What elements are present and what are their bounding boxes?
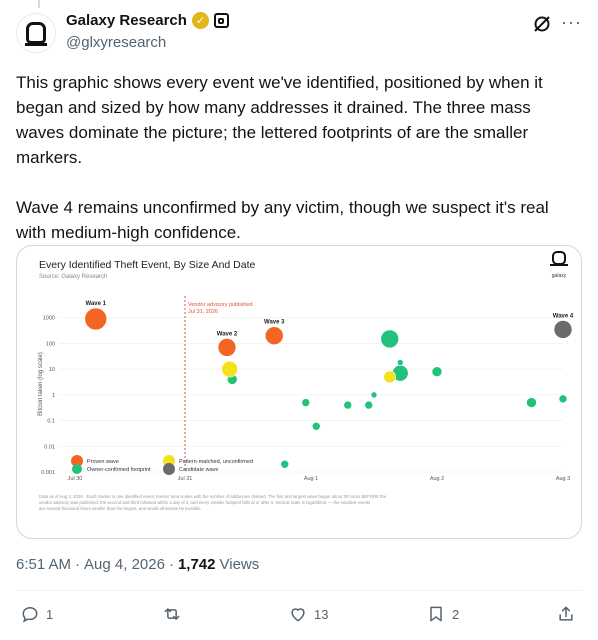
bookmark-count: 2 [452, 606, 460, 622]
legend-candidate-label: Candidate wave [179, 467, 218, 473]
affiliate-badge-icon[interactable] [213, 13, 229, 28]
data-point [343, 400, 353, 410]
reply-button[interactable]: 1 [20, 604, 53, 624]
data-point [558, 394, 568, 404]
tweet-paragraph-1: This graphic shows every event we've ide… [16, 73, 543, 167]
share-button[interactable] [556, 604, 576, 624]
data-point [311, 421, 321, 431]
tweet-date[interactable]: Aug 4, 2026 [84, 556, 165, 573]
x-ticks: Jul 30 Jul 31 Aug 1 Aug 2 Aug 3 [68, 476, 571, 482]
legend-pattern-label: Pattern-matched, unconfirmed [179, 459, 253, 465]
legend-candidate-swatch [163, 463, 175, 475]
bookmark-icon [430, 606, 442, 622]
reply-count: 1 [46, 606, 54, 622]
data-point [217, 338, 237, 357]
data-point [383, 370, 397, 384]
data-point [553, 320, 573, 339]
y-tick-label: 0.1 [47, 419, 55, 425]
chart-logo-label: galaxy [552, 273, 567, 279]
y-axis-label: Bitcoin taken (log scale) [38, 352, 44, 416]
point-label: Wave 1 [86, 301, 107, 307]
tweet-text: This graphic shows every event we've ide… [16, 70, 582, 270]
y-tick-label: 1 [52, 393, 55, 399]
legend-proven-label: Proven wave [87, 459, 119, 465]
views-label: Views [219, 556, 260, 573]
share-icon [559, 606, 573, 621]
views-count[interactable]: 1,742 [178, 556, 216, 573]
chart-title: Every Identified Theft Event, By Size An… [39, 259, 256, 271]
x-tick-label: Jul 31 [178, 476, 193, 482]
y-tick-label: 1000 [43, 316, 55, 322]
bookmark-button[interactable]: 2 [426, 604, 459, 624]
display-name[interactable]: Galaxy Research [66, 12, 187, 29]
chart-logo-icon [550, 251, 568, 266]
data-points: Wave 1 Wave 2 Wave 3 Wave 4 [84, 301, 574, 469]
y-tick-label: 10 [49, 367, 55, 373]
verified-badge-icon[interactable]: ✓ [191, 12, 209, 29]
point-label: Wave 3 [264, 320, 285, 326]
vline-label-1: Vendor advisory published [188, 302, 253, 308]
like-count: 13 [314, 606, 329, 622]
data-point [301, 398, 311, 407]
data-point [264, 326, 284, 346]
x-tick-label: Jul 30 [68, 476, 83, 482]
point-label: Wave 4 [553, 313, 574, 319]
x-tick-label: Aug 3 [556, 476, 570, 482]
data-point [526, 397, 537, 408]
repost-button[interactable] [162, 604, 188, 624]
thread-line [38, 0, 40, 8]
legend-owner-label: Owner-confirmed footprint [87, 467, 151, 473]
action-bar: 1 13 2 [16, 604, 582, 628]
y-tick-label: 100 [46, 341, 55, 347]
name-row: Galaxy Research ✓ [66, 12, 229, 29]
avatar[interactable] [16, 13, 56, 53]
reply-icon [22, 606, 38, 623]
data-point [84, 307, 108, 331]
y-tick-label: 0.01 [44, 444, 55, 450]
repost-icon [164, 608, 180, 620]
data-point [364, 400, 374, 410]
more-options-icon[interactable]: ··· [561, 12, 582, 33]
meta-separator: · [75, 556, 81, 573]
chart-footnote-3: are several thousand times smaller than … [39, 506, 202, 511]
tweet-meta: 6:51 AM · Aug 4, 2026 · 1,742 Views [16, 556, 259, 573]
chart-image: Every Identified Theft Event, By Size An… [38, 251, 574, 511]
x-tick-label: Aug 1 [304, 476, 318, 482]
chart-footnote-1: Data as of Aug 3, 2026 · Each marker is … [39, 494, 387, 499]
divider [16, 590, 582, 591]
legend-owner-swatch [72, 464, 82, 474]
point-label: Wave 2 [217, 331, 238, 337]
meta-separator-2: · [168, 556, 174, 573]
data-point [280, 459, 290, 469]
chart-source: Source: Galaxy Research [39, 274, 107, 280]
media-image[interactable]: Every Identified Theft Event, By Size An… [16, 245, 582, 539]
tweet-paragraph-2: Wave 4 remains unconfirmed by any victim… [16, 198, 549, 242]
like-button[interactable]: 13 [288, 604, 328, 624]
data-point [221, 360, 238, 378]
chart-footnote-2: vendor advisory was published; the secon… [39, 500, 370, 505]
data-point [396, 359, 404, 366]
y-tick-label: 0.001 [41, 470, 55, 476]
grok-icon[interactable] [532, 14, 552, 34]
data-point [431, 366, 443, 377]
user-handle[interactable]: @glxyresearch [66, 34, 166, 51]
data-point [380, 329, 400, 349]
data-point [370, 391, 378, 399]
galaxy-logo-icon [25, 22, 47, 46]
gridlines [59, 317, 563, 473]
tweet-time[interactable]: 6:51 AM [16, 556, 71, 573]
tweet-header: Galaxy Research ✓ @glxyresearch ··· [16, 10, 582, 58]
vline-label-2: Jul 31, 2026 [188, 309, 218, 315]
x-tick-label: Aug 2 [430, 476, 444, 482]
heart-icon [291, 608, 305, 622]
